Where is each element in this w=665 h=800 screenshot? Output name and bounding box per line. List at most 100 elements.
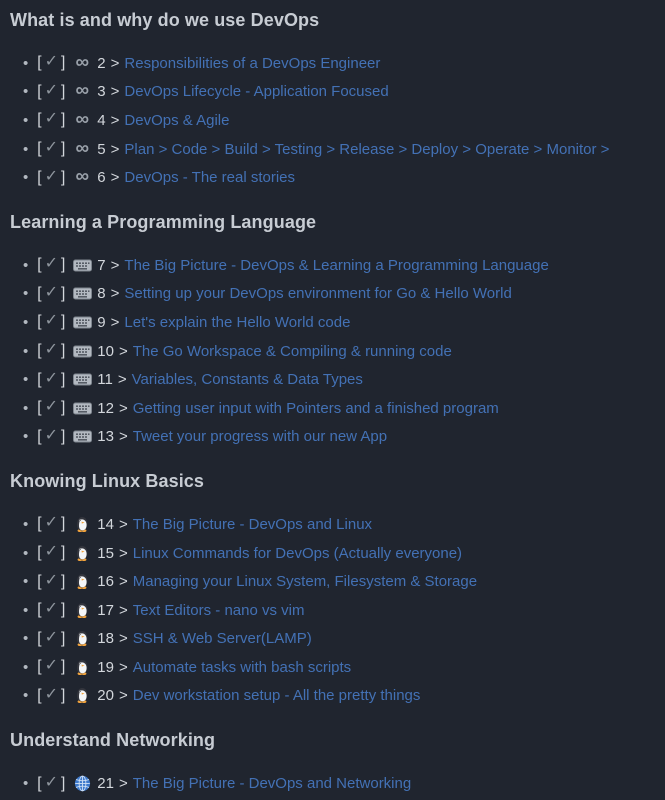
lesson-link[interactable]: Managing your Linux System, Filesystem &… <box>133 573 477 590</box>
lesson-link[interactable]: Text Editors - nano vs vim <box>133 602 305 619</box>
lesson-number: 6 <box>97 169 105 186</box>
penguin-icon-slot <box>72 659 92 676</box>
lesson-link[interactable]: DevOps & Agile <box>124 112 229 129</box>
lesson-link[interactable]: The Big Picture - DevOps and Linux <box>133 516 372 533</box>
checkbox-done[interactable]: [ ✓ ] <box>37 285 65 303</box>
lesson-link[interactable]: DevOps Lifecycle - Application Focused <box>124 83 388 100</box>
infinity-icon: ∞ <box>76 139 90 158</box>
checkbox-done[interactable]: [ ✓ ] <box>37 601 65 619</box>
checkbox-done[interactable]: [ ✓ ] <box>37 399 65 417</box>
penguin-icon <box>74 687 90 704</box>
separator-chevron: > <box>119 630 128 647</box>
separator-chevron: > <box>111 314 120 331</box>
bracket-open: [ <box>37 285 41 303</box>
lesson-link[interactable]: The Go Workspace & Compiling & running c… <box>133 343 452 360</box>
check-icon: ✓ <box>45 428 58 444</box>
lesson-item: • [ ✓ ] 9 > Let's explain the Hello Worl… <box>10 308 665 337</box>
checkbox-done[interactable]: [ ✓ ] <box>37 658 65 676</box>
checkbox-done[interactable]: [ ✓ ] <box>37 775 65 793</box>
lesson-link[interactable]: Linux Commands for DevOps (Actually ever… <box>133 545 462 562</box>
separator-chevron: > <box>119 400 128 417</box>
separator-chevron: > <box>111 285 120 302</box>
lesson-link[interactable]: Tweet your progress with our new App <box>133 428 387 445</box>
checkbox-done[interactable]: [ ✓ ] <box>37 371 65 389</box>
lesson-number: 21 <box>97 775 114 792</box>
lesson-item: • [ ✓ ] 13 > Tweet your progress with ou… <box>10 423 665 452</box>
bracket-close: ] <box>61 399 65 417</box>
bracket-close: ] <box>61 544 65 562</box>
lesson-link[interactable]: Plan > Code > Build > Testing > Release … <box>124 141 609 158</box>
checkbox-done[interactable]: [ ✓ ] <box>37 313 65 331</box>
bullet-dot: • <box>23 574 28 589</box>
lesson-number: 8 <box>97 285 105 302</box>
check-icon: ✓ <box>45 285 58 301</box>
separator-chevron: > <box>119 545 128 562</box>
lesson-item: • [ ✓ ] ∞ 4 > DevOps & Agile <box>10 106 665 135</box>
checkbox-done[interactable]: [ ✓ ] <box>37 544 65 562</box>
bracket-close: ] <box>61 169 65 187</box>
checkbox-done[interactable]: [ ✓ ] <box>37 256 65 274</box>
separator-chevron: > <box>119 343 128 360</box>
lesson-item: • [ ✓ ] ∞ 5 > Plan > Code > Build > Test… <box>10 135 665 164</box>
lesson-item: • [ ✓ ] ∞ 3 > DevOps Lifecycle - Applica… <box>10 78 665 107</box>
bracket-open: [ <box>37 658 41 676</box>
checkbox-done[interactable]: [ ✓ ] <box>37 83 65 101</box>
lesson-link[interactable]: The Big Picture - DevOps and Networking <box>133 775 411 792</box>
penguin-icon-slot <box>72 545 92 562</box>
lesson-number: 4 <box>97 112 105 129</box>
check-icon: ✓ <box>45 658 58 674</box>
lesson-item: • [ ✓ ] 15 > Linux Commands for DevOps (… <box>10 539 665 568</box>
penguin-icon <box>74 630 90 647</box>
checkbox-done[interactable]: [ ✓ ] <box>37 140 65 158</box>
lesson-link[interactable]: Setting up your DevOps environment for G… <box>124 285 511 302</box>
bracket-open: [ <box>37 544 41 562</box>
lesson-link[interactable]: Let's explain the Hello World code <box>124 314 350 331</box>
checkbox-done[interactable]: [ ✓ ] <box>37 573 65 591</box>
lesson-link[interactable]: Variables, Constants & Data Types <box>132 371 363 388</box>
bracket-open: [ <box>37 515 41 533</box>
check-icon: ✓ <box>45 140 58 156</box>
lesson-item: • [ ✓ ] 8 > Setting up your DevOps envir… <box>10 280 665 309</box>
bullet-dot: • <box>23 315 28 330</box>
lesson-link[interactable]: Automate tasks with bash scripts <box>133 659 351 676</box>
checkbox-done[interactable]: [ ✓ ] <box>37 169 65 187</box>
infinity-icon-slot: ∞ <box>72 140 92 159</box>
checkbox-done[interactable]: [ ✓ ] <box>37 111 65 129</box>
lesson-item: • [ ✓ ] 19 > Automate tasks with bash sc… <box>10 653 665 682</box>
infinity-icon-slot: ∞ <box>72 168 92 187</box>
checkbox-done[interactable]: [ ✓ ] <box>37 54 65 72</box>
separator-chevron: > <box>111 257 120 274</box>
penguin-icon-slot <box>72 516 92 533</box>
bullet-dot: • <box>23 660 28 675</box>
lesson-item: • [ ✓ ] 16 > Managing your Linux System,… <box>10 567 665 596</box>
separator-chevron: > <box>111 141 120 158</box>
infinity-icon: ∞ <box>76 167 90 186</box>
checkbox-done[interactable]: [ ✓ ] <box>37 515 65 533</box>
checkbox-done[interactable]: [ ✓ ] <box>37 687 65 705</box>
separator-chevron: > <box>119 428 128 445</box>
check-icon: ✓ <box>45 630 58 646</box>
keyboard-icon-slot <box>72 402 92 415</box>
course-section: Understand Networking • [ ✓ ] 21 > The B… <box>10 730 665 798</box>
lesson-link[interactable]: The Big Picture - DevOps & Learning a Pr… <box>124 257 548 274</box>
separator-chevron: > <box>111 112 120 129</box>
lesson-number: 12 <box>97 400 114 417</box>
bracket-open: [ <box>37 169 41 187</box>
bullet-dot: • <box>23 56 28 71</box>
lesson-item: • [ ✓ ] 12 > Getting user input with Poi… <box>10 394 665 423</box>
infinity-icon-slot: ∞ <box>72 54 92 73</box>
bracket-open: [ <box>37 83 41 101</box>
lesson-link[interactable]: Getting user input with Pointers and a f… <box>133 400 499 417</box>
lesson-link[interactable]: Dev workstation setup - All the pretty t… <box>133 687 421 704</box>
bracket-close: ] <box>61 428 65 446</box>
bullet-dot: • <box>23 631 28 646</box>
check-icon: ✓ <box>45 601 58 617</box>
lesson-link[interactable]: Responsibilities of a DevOps Engineer <box>124 55 380 72</box>
course-section: Knowing Linux Basics • [ ✓ ] 14 > The Bi… <box>10 471 665 710</box>
lesson-link[interactable]: SSH & Web Server(LAMP) <box>133 630 312 647</box>
checkbox-done[interactable]: [ ✓ ] <box>37 342 65 360</box>
checkbox-done[interactable]: [ ✓ ] <box>37 428 65 446</box>
checkbox-done[interactable]: [ ✓ ] <box>37 630 65 648</box>
bullet-dot: • <box>23 113 28 128</box>
lesson-link[interactable]: DevOps - The real stories <box>124 169 295 186</box>
